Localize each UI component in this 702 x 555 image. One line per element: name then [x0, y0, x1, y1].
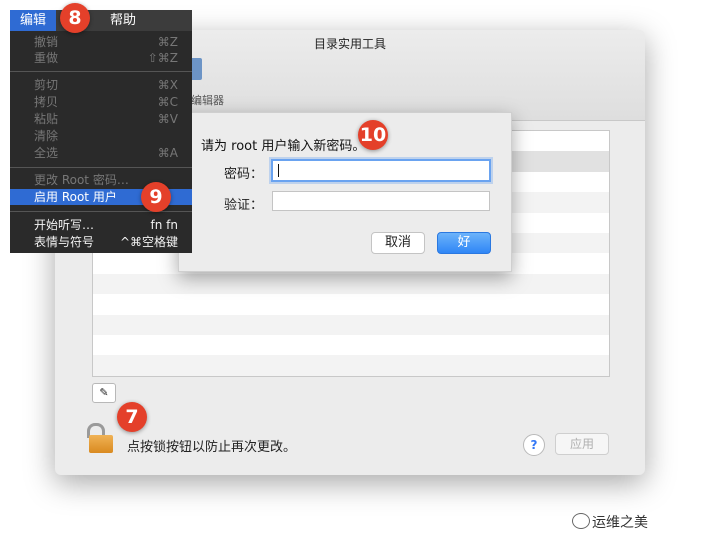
menu-item-shortcut: ⌘V — [157, 112, 178, 126]
edit-pencil-button[interactable]: ✎ — [92, 383, 116, 403]
menu-item-shortcut: ⌘Z — [157, 35, 178, 49]
menu-item-shortcut: ⌘C — [157, 95, 178, 109]
list-row[interactable] — [93, 335, 609, 355]
wechat-icon — [572, 513, 590, 529]
help-button[interactable]: ? — [523, 434, 545, 456]
menu-item-label: 粘贴 — [34, 112, 59, 126]
menu-help[interactable]: 帮助 — [110, 10, 136, 31]
menu-item-paste[interactable]: 粘贴 ⌘V — [10, 111, 192, 127]
menu-item-label: 全选 — [34, 146, 59, 160]
step-badge-7: 7 — [117, 402, 147, 432]
editor-toolbar-label[interactable]: 编辑器 — [191, 92, 224, 108]
menu-item-shortcut: ^⌘空格键 — [119, 235, 178, 249]
menu-item-undo[interactable]: 撤销 ⌘Z — [10, 34, 192, 50]
menu-item-label: 重做 — [34, 51, 59, 65]
menu-item-label: 撤销 — [34, 35, 59, 49]
menu-item-shortcut: ⌘A — [157, 146, 178, 160]
menu-item-label: 启用 Root 用户 — [34, 190, 117, 204]
menu-item-copy[interactable]: 拷贝 ⌘C — [10, 94, 192, 110]
menu-item-cut[interactable]: 剪切 ⌘X — [10, 77, 192, 93]
step-badge-8: 8 — [60, 3, 90, 33]
ok-button[interactable]: 好 — [437, 232, 491, 254]
menu-separator — [10, 211, 192, 212]
menu-item-start-dictation[interactable]: 开始听写… fn fn — [10, 217, 192, 233]
root-password-dialog: 请为 root 用户输入新密码。 密码： 验证： 取消 好 — [178, 112, 512, 272]
menu-item-label: 剪切 — [34, 78, 59, 92]
watermark-text: 运维之美 — [592, 515, 648, 531]
menu-item-redo[interactable]: 重做 ⇧⌘Z — [10, 50, 192, 66]
verify-label: 验证： — [224, 198, 264, 213]
menu-item-emoji-symbols[interactable]: 表情与符号 ^⌘空格键 — [10, 234, 192, 250]
lock-button[interactable] — [87, 423, 113, 453]
menu-item-label: 清除 — [34, 129, 59, 143]
menu-bar: 编辑 帮助 — [10, 10, 192, 31]
pencil-icon: ✎ — [99, 386, 109, 399]
verify-field[interactable] — [272, 191, 490, 211]
menu-item-label: 拷贝 — [34, 95, 59, 109]
menu-item-shortcut: fn fn — [150, 218, 178, 232]
menu-edit[interactable]: 编辑 — [10, 10, 56, 31]
menu-item-shortcut: ⌘X — [157, 78, 178, 92]
step-badge-10: 10 — [358, 120, 388, 150]
list-row[interactable] — [93, 314, 609, 335]
menu-item-select-all[interactable]: 全选 ⌘A — [10, 145, 192, 161]
apply-button[interactable]: 应用 — [555, 433, 609, 455]
lock-hint-text: 点按锁按钮以防止再次更改。 — [127, 440, 297, 455]
edit-menu-dropdown: 撤销 ⌘Z 重做 ⇧⌘Z 剪切 ⌘X 拷贝 ⌘C 粘贴 ⌘V 清除 全选 ⌘A … — [10, 31, 192, 253]
password-label: 密码： — [224, 167, 264, 182]
menu-item-label: 开始听写… — [34, 218, 95, 232]
step-badge-9: 9 — [141, 182, 171, 212]
list-row[interactable] — [93, 294, 609, 314]
menu-item-label: 表情与符号 — [34, 235, 95, 249]
lock-body — [89, 435, 113, 453]
menu-item-shortcut: ⇧⌘Z — [147, 51, 178, 65]
text-caret — [278, 164, 279, 177]
menu-separator — [10, 71, 192, 72]
list-row[interactable] — [93, 355, 609, 376]
cancel-button[interactable]: 取消 — [371, 232, 425, 254]
menu-separator — [10, 167, 192, 168]
list-row[interactable] — [93, 273, 609, 295]
dialog-title: 请为 root 用户输入新密码。 — [201, 139, 366, 154]
menu-item-label: 更改 Root 密码… — [34, 173, 129, 187]
menu-item-clear[interactable]: 清除 — [10, 128, 192, 144]
password-field[interactable] — [271, 159, 491, 182]
